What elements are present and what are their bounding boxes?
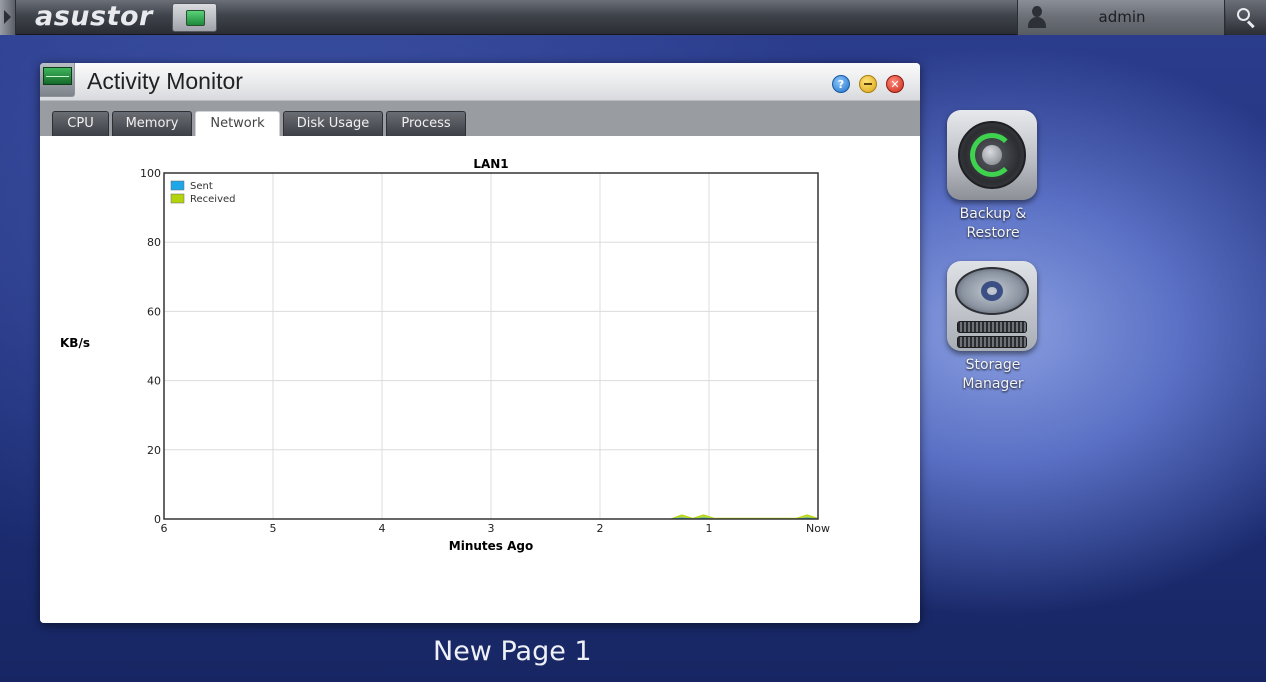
tab-cpu[interactable]: CPU	[52, 111, 109, 136]
y-tick-label: 20	[147, 444, 161, 457]
search-icon	[1237, 8, 1250, 21]
activity-monitor-icon	[186, 10, 205, 26]
window-titlebar[interactable]: Activity Monitor ? ✕	[40, 63, 920, 101]
close-icon: ✕	[890, 78, 900, 91]
storage-manager-icon	[947, 261, 1037, 351]
activity-monitor-taskbar-button[interactable]	[172, 3, 217, 32]
desktop-icon-label: Storage Manager	[962, 357, 1024, 392]
top-bar: asustor admin	[0, 0, 1266, 35]
y-tick-label: 80	[147, 236, 161, 249]
y-axis-label: KB/s	[60, 336, 90, 350]
search-button[interactable]	[1226, 0, 1266, 35]
x-tick-label: 3	[488, 522, 495, 535]
legend-swatch	[170, 193, 185, 204]
backup-restore-icon	[947, 110, 1037, 200]
x-tick-label: 1	[706, 522, 713, 535]
legend-swatch	[170, 180, 185, 191]
minimize-button[interactable]	[859, 75, 877, 93]
tab-network[interactable]: Network	[195, 111, 280, 136]
user-name: admin	[1098, 8, 1146, 26]
desktop-icon-backup-restore[interactable]: Backup & Restore	[943, 110, 1043, 250]
desktop-icon-label: Backup & Restore	[959, 206, 1027, 241]
window-title: Activity Monitor	[87, 68, 243, 94]
x-tick-label: 5	[270, 522, 277, 535]
tab-strip: CPU Memory Network Disk Usage Process	[40, 101, 920, 136]
activity-monitor-window: Activity Monitor ? ✕ CPU Memory Network …	[40, 63, 920, 623]
tab-process[interactable]: Process	[386, 111, 466, 136]
close-button[interactable]: ✕	[886, 75, 904, 93]
brand-logo: asustor	[35, 1, 153, 32]
taskbar-toggle-button[interactable]	[0, 0, 16, 35]
user-menu[interactable]: admin	[1017, 0, 1225, 35]
chart-title: LAN1	[473, 157, 508, 171]
x-tick-label: 2	[597, 522, 604, 535]
tab-memory[interactable]: Memory	[112, 111, 192, 136]
network-panel: LAN1 0 20 40 60 80 100 6 5 4 3 2 1 Now Minutes Ago KB/s…	[40, 136, 920, 623]
network-chart: LAN10204060801006 5 4 3 2 1 NowMinutes AgoKB/s…	[60, 157, 830, 553]
activity-monitor-icon	[40, 63, 75, 97]
x-axis-label: Minutes Ago	[449, 539, 533, 553]
x-tick-label: 6	[161, 522, 168, 535]
minimize-icon	[864, 83, 872, 85]
desktop-page-label: New Page 1	[433, 636, 592, 667]
y-tick-label: 100	[140, 167, 161, 180]
desktop-icon-storage-manager[interactable]: Storage Manager	[943, 261, 1043, 401]
y-tick-label: 60	[147, 305, 161, 318]
legend-label: Received	[190, 194, 236, 205]
legend-label: Sent	[190, 181, 213, 192]
x-tick-label: Now	[806, 522, 830, 535]
x-tick-label: 4	[379, 522, 386, 535]
tab-disk-usage[interactable]: Disk Usage	[283, 111, 383, 136]
y-tick-label: 40	[147, 375, 161, 388]
question-mark-icon: ?	[837, 78, 845, 91]
help-button[interactable]: ?	[832, 75, 850, 93]
